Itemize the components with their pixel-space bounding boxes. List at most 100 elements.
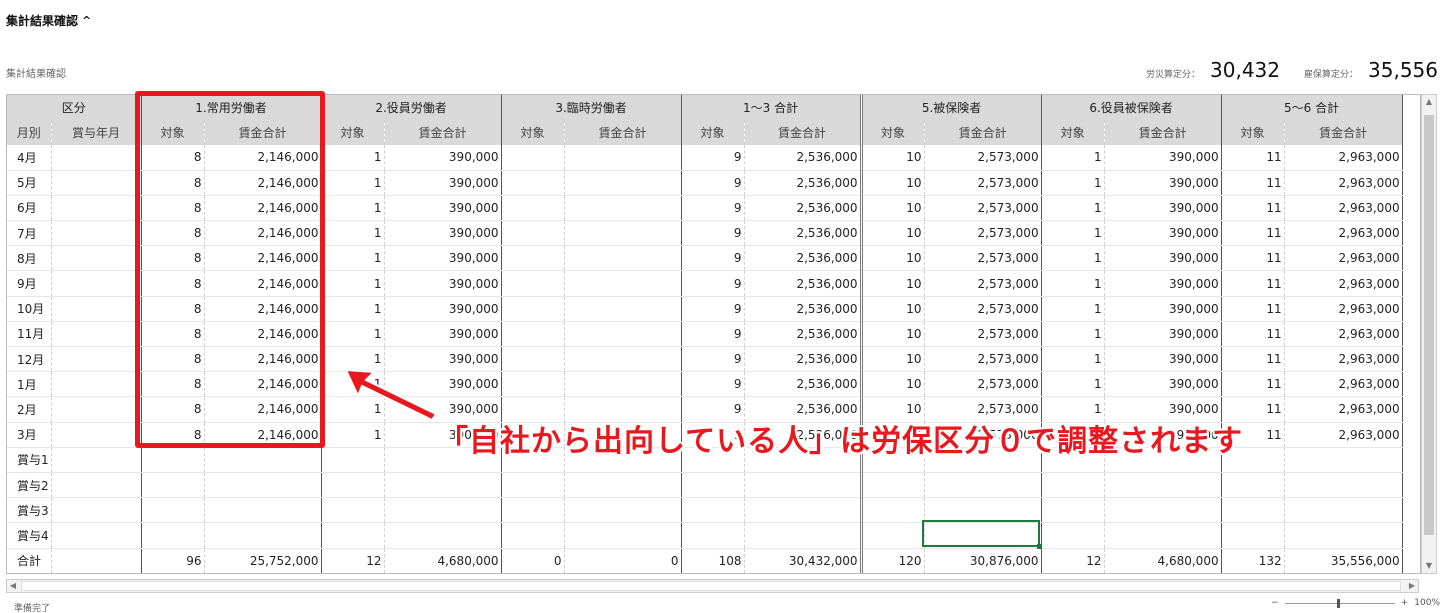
grid-cell[interactable]: 9 [681,145,745,171]
grid-cell[interactable] [141,447,205,473]
scroll-thumb[interactable] [1424,115,1434,535]
grid-cell[interactable] [141,522,205,549]
grid-cell[interactable] [564,296,682,322]
grid-cell[interactable]: 390,000 [1104,296,1222,322]
grid-cell[interactable] [564,220,682,247]
grid-cell[interactable]: 4,680,000 [384,548,502,573]
grid-cell[interactable] [51,548,142,573]
grid-cell[interactable]: 1 [1041,296,1105,322]
grid-cell[interactable]: 10 [861,245,925,272]
grid-cell[interactable]: 11 [1221,270,1285,297]
grid-cell[interactable]: 390,000 [384,170,502,196]
fill-handle[interactable] [1037,544,1042,549]
grid-cell[interactable]: 11 [1221,371,1285,398]
grid-cell[interactable] [51,497,142,524]
grid-cell[interactable]: 1 [1041,371,1105,398]
hscroll-thumb[interactable] [21,581,1401,591]
grid-cell[interactable]: 2,573,000 [924,170,1042,196]
grid-cell[interactable]: 30,432,000 [744,548,863,573]
grid-cell[interactable]: 2,536,000 [744,371,863,398]
grid-cell[interactable]: 10 [861,371,925,398]
grid-cell[interactable] [1104,497,1222,524]
grid-cell[interactable]: 2,573,000 [924,270,1042,297]
grid-cell[interactable]: 390,000 [384,321,502,348]
grid-cell[interactable]: 30,876,000 [924,548,1042,573]
grid-cell[interactable] [681,497,745,524]
grid-cell[interactable]: 12 [321,548,385,573]
row-label[interactable]: 3月 [7,422,52,448]
grid-cell[interactable]: 11 [1221,346,1285,373]
scroll-down-arrow-icon[interactable]: ▼ [1422,559,1436,573]
grid-cell[interactable]: 35,556,000 [1284,548,1403,573]
grid-cell[interactable] [321,472,385,499]
grid-cell[interactable]: 10 [861,346,925,373]
grid-cell[interactable]: 1 [321,321,385,348]
grid-cell[interactable]: 390,000 [384,220,502,247]
grid-cell[interactable]: 1 [321,270,385,297]
grid-cell[interactable]: 1 [321,170,385,196]
grid-cell[interactable]: 390,000 [384,195,502,222]
grid-cell[interactable]: 390,000 [1104,346,1222,373]
grid-cell[interactable] [1284,472,1403,499]
zoom-slider-knob[interactable] [1336,598,1340,608]
grid-cell[interactable] [501,220,565,247]
grid-cell[interactable] [51,371,142,398]
grid-cell[interactable]: 10 [861,195,925,222]
row-label[interactable]: 10月 [7,296,52,322]
grid-cell[interactable]: 9 [681,296,745,322]
grid-cell[interactable]: 132 [1221,548,1285,573]
grid-cell[interactable]: 0 [564,548,682,573]
grid-cell[interactable] [564,195,682,222]
grid-cell[interactable] [204,447,322,473]
grid-cell[interactable] [744,522,863,549]
grid-cell[interactable]: 9 [681,245,745,272]
grid-cell[interactable] [1041,472,1105,499]
grid-cell[interactable]: 0 [501,548,565,573]
grid-cell[interactable]: 2,536,000 [744,195,863,222]
grid-cell[interactable]: 2,573,000 [924,220,1042,247]
row-label[interactable]: 4月 [7,145,52,171]
grid-cell[interactable] [51,522,142,549]
grid-cell[interactable]: 11 [1221,220,1285,247]
grid-cell[interactable] [1221,522,1285,549]
grid-cell[interactable]: 1 [1041,170,1105,196]
grid-cell[interactable]: 11 [1221,195,1285,222]
grid-cell[interactable]: 2,963,000 [1284,145,1403,171]
grid-cell[interactable]: 2,573,000 [924,371,1042,398]
grid-cell[interactable]: 390,000 [1104,170,1222,196]
grid-cell[interactable]: 1 [321,245,385,272]
grid-cell[interactable]: 390,000 [384,270,502,297]
row-label[interactable]: 12月 [7,346,52,373]
row-label[interactable]: 賞与4 [7,522,52,549]
grid-cell[interactable]: 1 [321,422,385,448]
grid-cell[interactable]: 2,573,000 [924,321,1042,348]
grid-cell[interactable]: 11 [1221,296,1285,322]
grid-cell[interactable] [51,195,142,222]
row-label[interactable]: 合計 [7,548,52,573]
grid-cell[interactable]: 1 [1041,270,1105,297]
grid-cell[interactable] [51,220,142,247]
grid-cell[interactable] [861,472,925,499]
scroll-up-arrow-icon[interactable]: ▲ [1422,95,1436,109]
grid-cell[interactable] [501,296,565,322]
zoom-in-button[interactable]: + [1401,598,1409,608]
grid-cell[interactable]: 390,000 [1104,245,1222,272]
scroll-left-arrow-icon[interactable]: ◀ [7,580,19,592]
grid-cell[interactable] [321,447,385,473]
grid-cell[interactable] [51,422,142,448]
grid-cell[interactable] [1041,522,1105,549]
grid-cell[interactable] [501,145,565,171]
grid-cell[interactable] [564,472,682,499]
grid-cell[interactable]: 2,963,000 [1284,195,1403,222]
grid-cell[interactable]: 11 [1221,321,1285,348]
grid-cell[interactable] [204,497,322,524]
grid-cell[interactable] [384,497,502,524]
zoom-control[interactable]: − + 100% [1271,598,1440,608]
grid-cell[interactable]: 1 [321,220,385,247]
grid-cell[interactable]: 2,963,000 [1284,220,1403,247]
grid-cell[interactable] [564,245,682,272]
grid-cell[interactable]: 1 [1041,245,1105,272]
grid-cell[interactable] [564,371,682,398]
grid-cell[interactable]: 2,536,000 [744,270,863,297]
grid-cell[interactable] [564,522,682,549]
